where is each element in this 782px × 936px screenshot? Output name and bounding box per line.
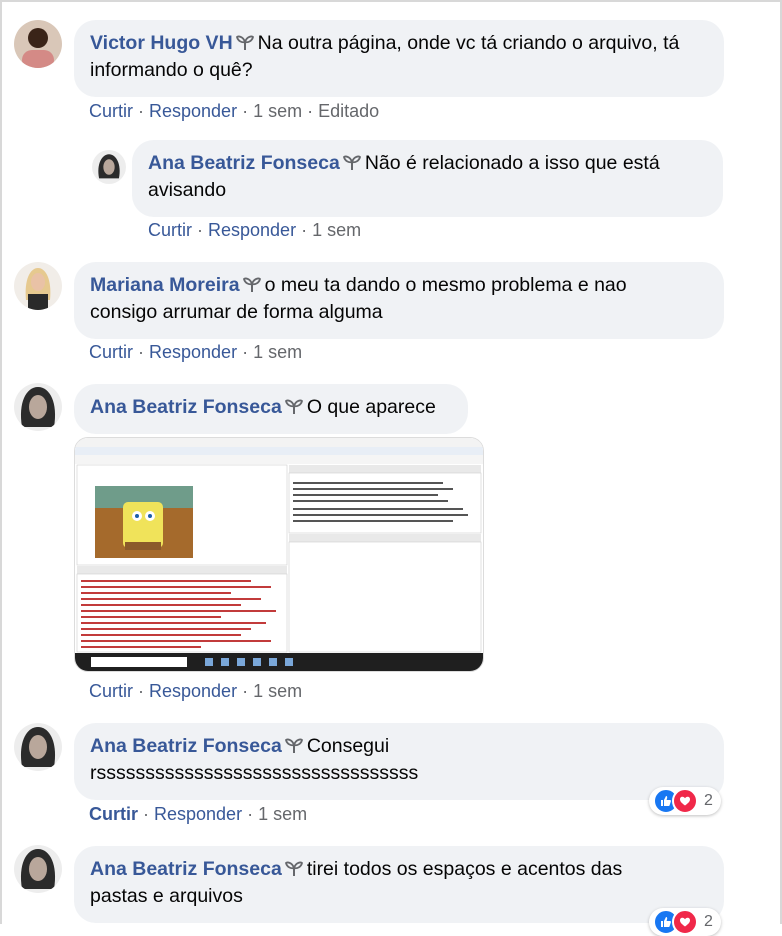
like-button[interactable]: Curtir bbox=[148, 220, 192, 240]
reaction-summary[interactable]: 2 bbox=[649, 908, 721, 936]
sprout-icon bbox=[342, 155, 361, 170]
comment-actions: Curtir · Responder · 1 sem bbox=[89, 342, 303, 362]
comment-author[interactable]: Ana Beatriz Fonseca bbox=[90, 735, 282, 757]
comment-author[interactable]: Victor Hugo VH bbox=[90, 32, 233, 54]
comment-bubble: Ana Beatriz Fonseca O que aparece bbox=[74, 384, 468, 434]
reaction-count: 2 bbox=[704, 913, 713, 930]
like-button[interactable]: Curtir bbox=[89, 101, 133, 121]
timestamp[interactable]: 1 sem bbox=[253, 342, 302, 362]
comment-bubble: Mariana Moreira o meu ta dando o mesmo pr… bbox=[74, 262, 724, 339]
comment-bubble: Ana Beatriz Fonseca tirei todos os espaço… bbox=[74, 846, 724, 923]
comment-author[interactable]: Ana Beatriz Fonseca bbox=[90, 858, 282, 880]
comment-text: pastas e arquivos bbox=[90, 885, 243, 907]
sprout-icon bbox=[284, 738, 303, 753]
comment-author[interactable]: Ana Beatriz Fonseca bbox=[90, 396, 282, 418]
reply-button[interactable]: Responder bbox=[149, 342, 237, 362]
avatar[interactable] bbox=[14, 383, 62, 431]
timestamp[interactable]: 1 sem bbox=[312, 220, 361, 240]
sprout-icon bbox=[235, 35, 254, 50]
reply-button[interactable]: Responder bbox=[154, 804, 242, 824]
avatar[interactable] bbox=[92, 150, 126, 184]
comment-bubble: Ana Beatriz Fonseca Não é relacionado a i… bbox=[132, 140, 723, 217]
avatar[interactable] bbox=[14, 845, 62, 893]
comment-text: Na outra página, onde vc tá criando o ar… bbox=[257, 32, 680, 54]
window-border-top bbox=[0, 0, 782, 2]
comment-text: Não é relacionado a isso que está bbox=[364, 152, 660, 174]
comment-text: tirei todos os espaços e acentos das bbox=[306, 858, 623, 880]
reply-button[interactable]: Responder bbox=[149, 681, 237, 701]
comment-text: o meu ta dando o mesmo problema e nao bbox=[264, 274, 627, 296]
screenshot-attachment[interactable] bbox=[74, 437, 484, 672]
comment-bubble: Victor Hugo VH Na outra página, onde vc t… bbox=[74, 20, 724, 97]
comment-bubble: Ana Beatriz Fonseca Consegui rsssssssssss… bbox=[74, 723, 724, 800]
timestamp[interactable]: 1 sem bbox=[253, 681, 302, 701]
edited-label[interactable]: Editado bbox=[318, 101, 379, 121]
comment-text: informando o quê? bbox=[90, 59, 253, 81]
like-button[interactable]: Curtir bbox=[89, 681, 133, 701]
love-icon bbox=[672, 788, 698, 814]
reaction-count: 2 bbox=[704, 792, 713, 809]
avatar[interactable] bbox=[14, 723, 62, 771]
reaction-summary[interactable]: 2 bbox=[649, 787, 721, 815]
comment-text: rsssssssssssssssssssssssssssssssss bbox=[90, 762, 419, 784]
comment-text: consigo arrumar de forma alguma bbox=[90, 301, 383, 323]
reply-button[interactable]: Responder bbox=[149, 101, 237, 121]
sprout-icon bbox=[242, 277, 261, 292]
comment-actions: Curtir · Responder · 1 sem bbox=[89, 681, 303, 701]
like-button[interactable]: Curtir bbox=[89, 804, 138, 824]
sprout-icon bbox=[284, 399, 303, 414]
sprout-icon bbox=[284, 861, 303, 876]
comment-actions: Curtir · Responder · 1 sem · Editado bbox=[89, 101, 380, 121]
rstudio-screenshot-image bbox=[75, 438, 483, 671]
comment-actions: Curtir · Responder · 1 sem bbox=[89, 804, 308, 824]
comment-text: Consegui bbox=[306, 735, 390, 757]
timestamp[interactable]: 1 sem bbox=[253, 101, 302, 121]
avatar[interactable] bbox=[14, 262, 62, 310]
avatar[interactable] bbox=[14, 20, 62, 68]
comment-author[interactable]: Ana Beatriz Fonseca bbox=[148, 152, 340, 174]
comment-actions: Curtir · Responder · 1 sem bbox=[148, 220, 362, 240]
like-button[interactable]: Curtir bbox=[89, 342, 133, 362]
reply-button[interactable]: Responder bbox=[208, 220, 296, 240]
window-border-left bbox=[0, 0, 2, 924]
comment-text: O que aparece bbox=[306, 396, 436, 418]
comment-author[interactable]: Mariana Moreira bbox=[90, 274, 240, 296]
love-icon bbox=[672, 909, 698, 935]
comment-text: avisando bbox=[148, 179, 227, 201]
timestamp[interactable]: 1 sem bbox=[258, 804, 307, 824]
